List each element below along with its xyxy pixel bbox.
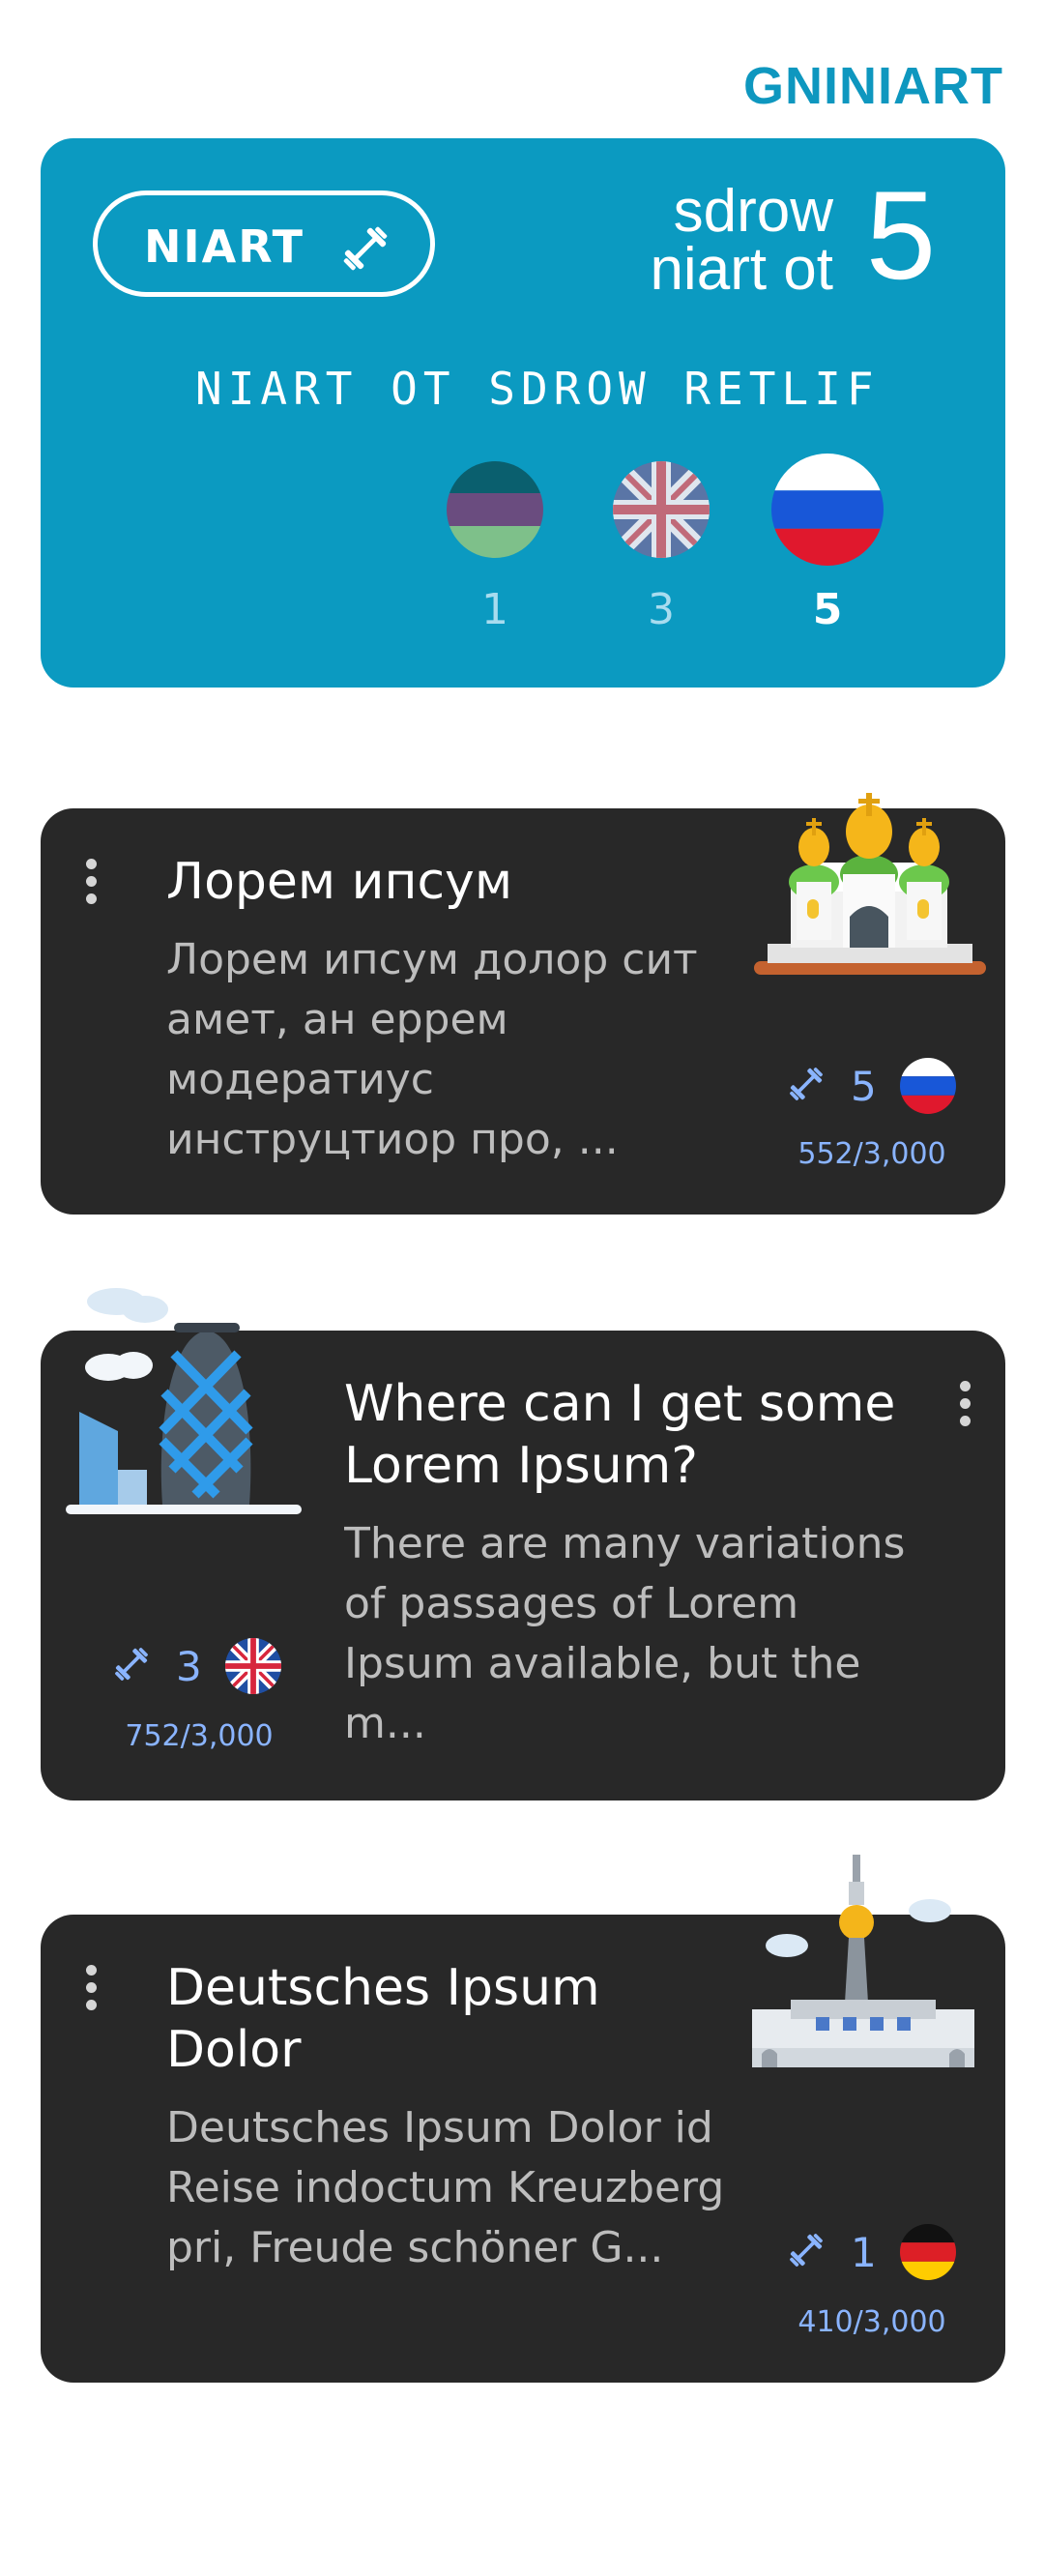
card-description: Лорем ипсум долор сит амет, ан еррем мод… xyxy=(166,935,698,1164)
dumbbell-icon xyxy=(785,1063,827,1109)
card-stats: 1 xyxy=(785,2224,956,2280)
russia-flag-icon xyxy=(771,454,884,566)
language-filter-russia[interactable]: 5 xyxy=(769,454,885,634)
more-options-icon[interactable] xyxy=(955,1381,974,1433)
card-stats: 5 xyxy=(785,1058,956,1114)
uk-flag-icon xyxy=(613,461,710,558)
words-count: 3 xyxy=(176,1642,202,1690)
train-button[interactable]: NIART xyxy=(93,190,435,297)
more-options-icon[interactable] xyxy=(81,859,101,911)
card-progress: 552/3,000 xyxy=(798,1137,946,1171)
uk-flag-icon xyxy=(224,1638,281,1694)
words-label-line1: sdrow xyxy=(673,178,833,245)
words-count: 1 xyxy=(851,2228,877,2276)
words-label-line2: niart ot xyxy=(650,236,833,303)
card-description: Deutsches Ipsum Dolor id Reise indoctum … xyxy=(166,2103,725,2272)
language-count: 3 xyxy=(648,585,675,634)
text-card-2[interactable]: Where can I get some Lorem Ipsum? There … xyxy=(41,1288,1005,1800)
card-stats: 3 xyxy=(110,1638,281,1694)
church-illustration xyxy=(752,754,988,990)
text-card-1[interactable]: Лорем ипсум Лорем ипсум долор сит амет, … xyxy=(41,793,1005,1215)
dumbbell-icon xyxy=(785,2229,827,2275)
filter-label: NIART OT SDROW RETLIF xyxy=(195,363,880,415)
language-count: 1 xyxy=(481,585,508,634)
page-title: GNINIART xyxy=(743,57,1003,115)
text-card-3[interactable]: Deutsches Ipsum Dolor Deutsches Ipsum Do… xyxy=(41,1855,1005,2383)
germany-flag-icon xyxy=(899,2224,956,2280)
card-title: Лорем ипсум xyxy=(166,853,513,911)
words-count: 5 xyxy=(851,1062,877,1110)
language-count: 5 xyxy=(812,585,843,634)
train-button-label: NIART xyxy=(144,220,304,273)
training-card: NIART sdrow niart ot 5 NIART OT SDROW RE… xyxy=(41,138,1005,688)
words-to-train-label: sdrow niart ot xyxy=(495,178,833,303)
words-to-train-count: 5 xyxy=(865,164,937,306)
russia-flag-icon xyxy=(899,1058,956,1114)
dumbbell-icon xyxy=(337,220,393,280)
tv-tower-illustration xyxy=(752,1855,974,2081)
language-filter-purple[interactable]: 1 xyxy=(437,461,553,634)
more-options-icon[interactable] xyxy=(81,1965,101,2017)
gherkin-tower-illustration xyxy=(66,1276,317,1522)
card-progress: 410/3,000 xyxy=(798,2305,946,2339)
language-filter-uk[interactable]: 3 xyxy=(603,461,719,634)
card-description: There are many variations of passages of… xyxy=(344,1519,906,1748)
dumbbell-icon xyxy=(110,1643,153,1689)
card-title: Where can I get some Lorem Ipsum? xyxy=(344,1375,896,1495)
card-title: Deutsches Ipsum Dolor xyxy=(166,1959,600,2079)
purple-green-flag-icon xyxy=(447,461,543,558)
card-progress: 752/3,000 xyxy=(125,1719,274,1753)
